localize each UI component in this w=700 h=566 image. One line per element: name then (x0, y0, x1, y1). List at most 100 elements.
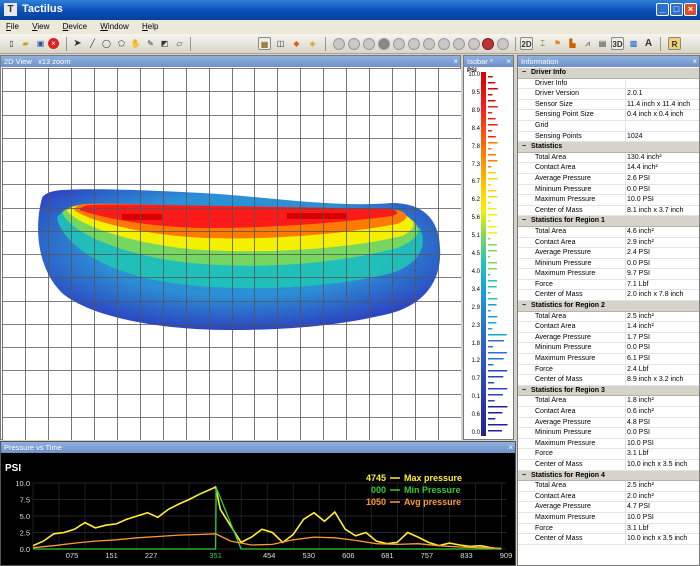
info-row[interactable]: Maximum Pressure 10.0 PSI (518, 438, 699, 450)
peak-icon[interactable]: ▙ (566, 37, 579, 50)
info-row[interactable]: Sensing Points 1024 (518, 131, 699, 143)
info-row[interactable]: Average Pressure 4.7 PSI (518, 502, 699, 513)
info-section-header[interactable]: − Statistics for Region 3 (518, 385, 699, 397)
pressure-time-chart[interactable]: PSI 0.0 2.5 5.0 7.5 10.0 075 151 227 351 454 530 606… (1, 453, 515, 565)
polygon-icon[interactable]: ⬠ (115, 37, 128, 50)
info-section-header[interactable]: − Statistics for Region 2 (518, 301, 699, 312)
info-row[interactable]: Maximum Pressure 9.7 PSI (518, 269, 699, 280)
calibrate-icon[interactable]: ⌶ (536, 37, 549, 50)
chart-icon[interactable]: ⩘ (581, 37, 594, 50)
contour-icon[interactable]: ▩ (627, 37, 640, 50)
snapshot-icon[interactable] (497, 38, 509, 50)
info-row[interactable]: Sensor Size 11.4 inch x 11.4 inch (518, 99, 699, 111)
collapse-icon[interactable]: − (522, 68, 526, 78)
info-row[interactable]: Center of Mass 8.9 inch x 3.2 inch (518, 375, 699, 386)
menu-view[interactable]: View (26, 20, 54, 31)
menu-window[interactable]: Window (94, 20, 133, 31)
minimize-icon[interactable]: _ (656, 3, 669, 16)
view-3d-icon[interactable]: 3D (611, 37, 624, 50)
play-icon[interactable] (393, 38, 405, 50)
pointer-icon[interactable]: ➤ (71, 37, 84, 50)
collapse-icon[interactable]: − (522, 471, 526, 481)
fast-forward-icon[interactable] (423, 38, 435, 50)
new-icon[interactable]: ▯ (5, 37, 18, 50)
info-row[interactable]: Force 3.1 Lbf (518, 449, 699, 460)
info-row[interactable]: Mininum Pressure 0.0 PSI (518, 428, 699, 439)
report-icon[interactable]: ▤ (596, 37, 609, 50)
pencil-icon[interactable]: ╱ (86, 37, 99, 50)
info-row[interactable]: Driver Info (518, 78, 699, 90)
info-row[interactable]: Force 7.1 Lbf (518, 279, 699, 291)
menu-file[interactable]: File (0, 20, 24, 31)
last-frame-icon[interactable] (438, 38, 450, 50)
menu-device[interactable]: Device (57, 20, 92, 31)
collapse-icon[interactable]: − (522, 386, 526, 396)
info-row[interactable]: Total Area 1.8 inch² (518, 396, 699, 407)
flag-icon[interactable]: ⚑ (551, 37, 564, 50)
close-icon[interactable]: × (508, 442, 513, 453)
view-2d-icon[interactable]: 2D (520, 37, 533, 50)
rewind-icon[interactable] (348, 38, 360, 50)
info-row[interactable]: Grid (518, 120, 699, 132)
info-row[interactable]: Force 3.1 Lbf (518, 523, 699, 535)
pen-icon[interactable]: ✎ (144, 37, 157, 50)
close-icon[interactable]: × (692, 56, 697, 67)
info-row[interactable]: Average Pressure 2.6 PSI (518, 173, 699, 185)
info-section-header[interactable]: − Statistics for Region 1 (518, 216, 699, 227)
info-section-header[interactable]: − Statistics for Region 4 (518, 470, 699, 482)
record-mode-icon[interactable]: R (668, 37, 681, 50)
select-region-icon[interactable]: ◩ (158, 37, 171, 50)
collapse-icon[interactable]: − (522, 216, 526, 226)
text-icon[interactable]: A (642, 37, 655, 50)
info-row[interactable]: Average Pressure 4.8 PSI (518, 417, 699, 429)
info-row[interactable]: Maximum Pressure 6.1 PSI (518, 354, 699, 365)
step-forward-icon[interactable] (408, 38, 420, 50)
pause-icon[interactable] (453, 38, 465, 50)
info-row[interactable]: Maximum Pressure 10.0 PSI (518, 195, 699, 206)
close-icon[interactable]: × (453, 56, 458, 67)
info-row[interactable]: Center of Mass 10.0 inch x 3.5 inch (518, 459, 699, 471)
stop-play-icon[interactable] (378, 38, 390, 50)
info-row[interactable]: Total Area 4.6 inch² (518, 226, 699, 238)
info-section-header[interactable]: − Driver Info (518, 68, 699, 79)
loop-icon[interactable] (468, 38, 480, 50)
info-row[interactable]: Mininum Pressure 0.0 PSI (518, 258, 699, 270)
palette-icon[interactable]: ◫ (274, 37, 287, 50)
info-row[interactable]: Contact Area 0.6 inch² (518, 407, 699, 418)
info-row[interactable]: Contact Area 1.4 inch² (518, 322, 699, 333)
info-row[interactable]: Force 2.4 Lbf (518, 364, 699, 376)
grid-icon[interactable]: ▦ (258, 37, 271, 50)
info-row[interactable]: Total Area 2.5 inch² (518, 481, 699, 492)
map-icon[interactable]: ◆ (290, 37, 303, 50)
info-row[interactable]: Mininum Pressure 0.0 PSI (518, 184, 699, 196)
ellipse-icon[interactable]: ◯ (100, 37, 113, 50)
menu-help[interactable]: Help (136, 20, 163, 31)
info-row[interactable]: Contact Area 14.4 inch² (518, 163, 699, 174)
info-row[interactable]: Average Pressure 1.7 PSI (518, 332, 699, 344)
eraser-icon[interactable]: ▱ (173, 37, 186, 50)
close-icon[interactable]: × (506, 56, 511, 67)
info-row[interactable]: Total Area 130.4 inch² (518, 152, 699, 164)
pressure-map[interactable] (2, 68, 461, 440)
info-row[interactable]: Mininum Pressure 0.0 PSI (518, 343, 699, 355)
info-row[interactable]: Center of Mass 8.1 inch x 3.7 inch (518, 205, 699, 217)
info-row[interactable]: Center of Mass 10.0 inch x 3.5 inch (518, 534, 699, 545)
collapse-icon[interactable]: − (522, 301, 526, 311)
info-row[interactable]: Center of Mass 2.0 inch x 7.8 inch (518, 290, 699, 302)
info-row[interactable]: Total Area 2.5 inch² (518, 311, 699, 323)
record-icon[interactable] (482, 38, 494, 50)
close-icon[interactable]: × (684, 3, 697, 16)
step-back-icon[interactable] (363, 38, 375, 50)
title-bar[interactable]: T Tactilus _ □ × (0, 0, 700, 20)
layers-icon[interactable]: ◈ (306, 37, 319, 50)
first-frame-icon[interactable] (333, 38, 345, 50)
maximize-icon[interactable]: □ (670, 3, 683, 16)
info-row[interactable]: Maximum Pressure 10.0 PSI (518, 512, 699, 524)
info-row[interactable]: Contact Area 2.9 inch² (518, 237, 699, 249)
info-row[interactable]: Driver Version 2.0.1 (518, 89, 699, 100)
collapse-icon[interactable]: − (522, 142, 526, 152)
stop-icon[interactable]: × (48, 38, 59, 49)
info-section-header[interactable]: − Statistics (518, 142, 699, 153)
info-row[interactable]: Contact Area 2.0 inch² (518, 491, 699, 503)
hand-icon[interactable]: ✋ (129, 37, 142, 50)
